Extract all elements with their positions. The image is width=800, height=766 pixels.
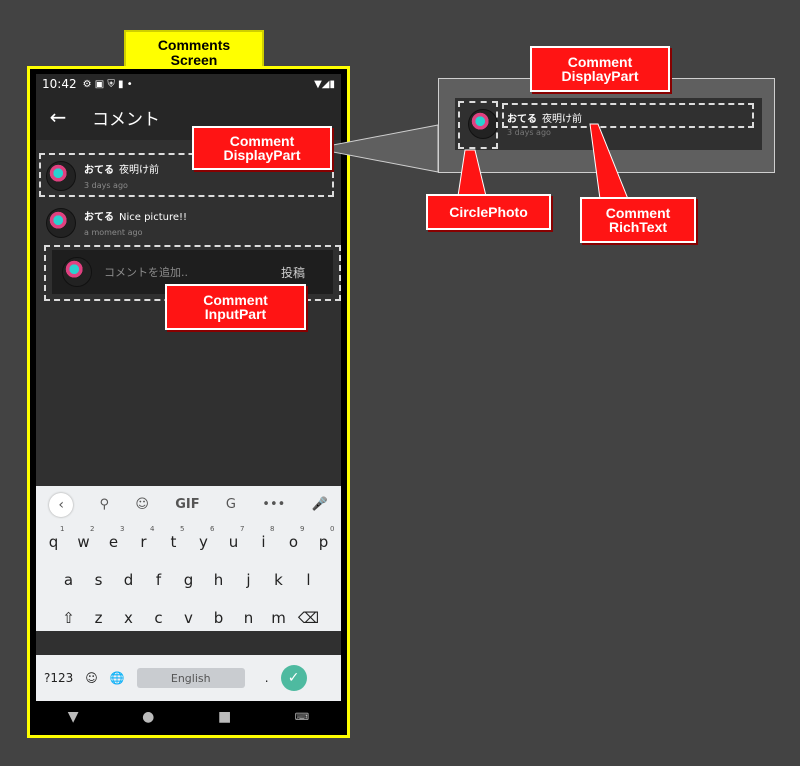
more-icon[interactable]: •••: [262, 497, 285, 512]
keyboard-toolbar: ‹ ⚲ ☺ GIF G ••• 🎤: [36, 486, 341, 523]
rich-text-outline: [502, 103, 754, 128]
key-d[interactable]: d: [114, 571, 144, 589]
key-m[interactable]: m: [264, 609, 294, 627]
status-time: 10:42: [42, 77, 77, 91]
key-j[interactable]: j: [234, 571, 264, 589]
key-q[interactable]: 1q: [39, 525, 69, 551]
key-u[interactable]: 7u: [219, 525, 249, 551]
phone-screen: 10:42 ⚙ ▣ ⛨ ▮ • ▼◢▮ ← コメント おてる 夜明け前 3 day…: [36, 74, 341, 733]
enter-key[interactable]: ✓: [280, 665, 307, 691]
period-key[interactable]: .: [265, 671, 269, 685]
key-o[interactable]: 9o: [279, 525, 309, 551]
avatar[interactable]: [46, 208, 76, 238]
page-title: コメント: [92, 109, 160, 130]
status-right-icons: ▼◢▮: [314, 78, 335, 90]
key-k[interactable]: k: [264, 571, 294, 589]
key-v[interactable]: v: [174, 609, 204, 627]
mic-icon[interactable]: 🎤: [312, 497, 328, 512]
key-p[interactable]: 0p: [309, 525, 339, 551]
key-b[interactable]: b: [204, 609, 234, 627]
key-f[interactable]: f: [144, 571, 174, 589]
status-bar: 10:42 ⚙ ▣ ⛨ ▮ • ▼◢▮: [36, 74, 341, 94]
key-n[interactable]: n: [234, 609, 264, 627]
key-e[interactable]: 3e: [99, 525, 129, 551]
search-icon[interactable]: ⚲: [99, 497, 109, 512]
key-i[interactable]: 8i: [249, 525, 279, 551]
globe-icon[interactable]: 🌐: [110, 671, 125, 685]
translate-icon[interactable]: G: [226, 497, 236, 512]
keyboard: ‹ ⚲ ☺ GIF G ••• 🎤 1q 2w 3e 4r 5t 6y 7u 8…: [36, 486, 341, 631]
backspace-key[interactable]: ⌫: [294, 609, 324, 627]
sticker-icon[interactable]: ☺: [135, 497, 149, 512]
keyboard-row-2: a s d f g h j k l: [36, 561, 341, 599]
key-c[interactable]: c: [144, 609, 174, 627]
nav-keyboard-icon[interactable]: ⌨: [295, 712, 309, 723]
status-icons: ⚙ ▣ ⛨ ▮ •: [82, 78, 133, 90]
back-arrow-icon[interactable]: ←: [36, 105, 80, 129]
circle-photo-outline: [458, 101, 498, 149]
space-key[interactable]: English: [136, 668, 245, 688]
comment-user[interactable]: おてる: [84, 212, 114, 223]
key-z[interactable]: z: [84, 609, 114, 627]
key-y[interactable]: 6y: [189, 525, 219, 551]
nav-bar: ▼ ● ■ ⌨: [36, 701, 341, 733]
key-s[interactable]: s: [84, 571, 114, 589]
keyboard-row-1: 1q 2w 3e 4r 5t 6y 7u 8i 9o 0p: [36, 523, 341, 561]
key-l[interactable]: l: [294, 571, 324, 589]
comment-text: Nice picture!!: [119, 212, 188, 223]
nav-back-icon[interactable]: ▼: [68, 709, 79, 725]
key-w[interactable]: 2w: [69, 525, 99, 551]
key-t[interactable]: 5t: [159, 525, 189, 551]
comment-time: a moment ago: [84, 228, 143, 237]
comment-display-part-label: Comment DisplayPart: [192, 126, 332, 170]
comment-rich-text-label: Comment RichText: [580, 197, 696, 243]
emoji-icon[interactable]: ☺: [85, 671, 98, 685]
key-r[interactable]: 4r: [129, 525, 159, 551]
comment-input-part-label: Comment InputPart: [165, 284, 306, 330]
comment-display-part-label-2: Comment DisplayPart: [530, 46, 670, 92]
gif-button[interactable]: GIF: [175, 497, 199, 512]
keyboard-back-icon[interactable]: ‹: [49, 492, 74, 517]
key-g[interactable]: g: [174, 571, 204, 589]
nav-home-icon[interactable]: ●: [142, 709, 154, 725]
key-h[interactable]: h: [204, 571, 234, 589]
keyboard-row-3: ⇧ z x c v b n m ⌫: [36, 599, 341, 637]
nav-recents-icon[interactable]: ■: [218, 709, 231, 725]
symbols-key[interactable]: ?123: [44, 671, 73, 685]
keyboard-bottom-row: ?123 ☺ 🌐 English . ✓: [36, 655, 341, 701]
zoom-comment-time: 3 days ago: [507, 128, 551, 137]
circle-photo-label: CirclePhoto: [426, 194, 551, 230]
comment-item: おてる Nice picture!! a moment ago: [46, 208, 187, 238]
shift-key[interactable]: ⇧: [54, 609, 84, 627]
key-x[interactable]: x: [114, 609, 144, 627]
key-a[interactable]: a: [54, 571, 84, 589]
